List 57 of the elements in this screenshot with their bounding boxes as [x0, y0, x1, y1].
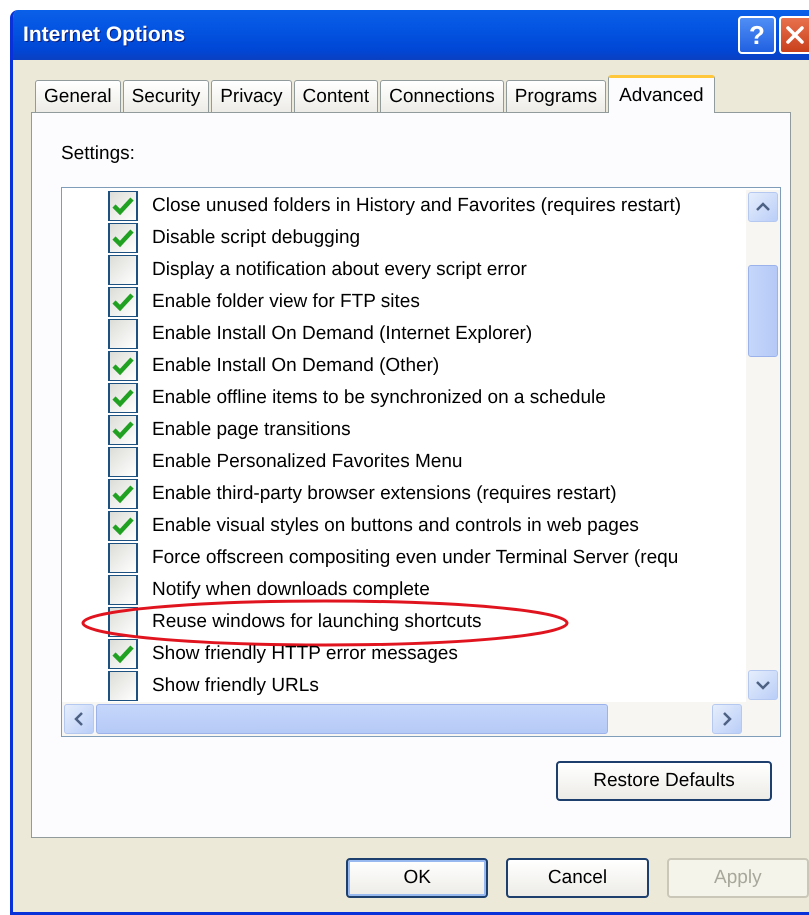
setting-label[interactable]: Notify when downloads complete	[152, 579, 430, 601]
tab[interactable]: Advanced	[608, 75, 715, 113]
tab[interactable]: Content	[294, 80, 378, 112]
setting-label[interactable]: Enable Install On Demand (Other)	[152, 355, 440, 377]
scroll-thumb[interactable]	[96, 704, 608, 734]
help-button[interactable]: ?	[738, 16, 776, 54]
dialog-button[interactable]: OK	[346, 858, 488, 898]
setting-label[interactable]: Show friendly URLs	[152, 675, 319, 697]
tab[interactable]: General	[35, 80, 121, 112]
caret-down-icon	[755, 680, 771, 690]
setting-label[interactable]: Disable script debugging	[152, 227, 360, 249]
checkbox[interactable]	[108, 639, 138, 669]
checkbox[interactable]	[108, 255, 138, 285]
setting-label[interactable]: Force offscreen compositing even under Terminal Server (requ	[152, 547, 678, 569]
scroll-down-button[interactable]	[748, 670, 778, 700]
setting-label[interactable]: Display a notification about every script error	[152, 259, 527, 281]
dialog-button[interactable]: Cancel	[506, 858, 649, 898]
tab[interactable]: Programs	[506, 80, 606, 112]
setting-label[interactable]: Close unused folders in History and Favorites (requires restart)	[152, 195, 682, 217]
horizontal-scrollbar[interactable]	[62, 702, 780, 736]
scroll-left-button[interactable]	[64, 704, 94, 734]
tab[interactable]: Connections	[380, 80, 504, 112]
window-title: Internet Options	[23, 23, 186, 47]
setting-label[interactable]: Enable Personalized Favorites Menu	[152, 451, 463, 473]
tab[interactable]: Privacy	[211, 80, 292, 112]
setting-label[interactable]: Enable page transitions	[152, 419, 351, 441]
checkbox[interactable]	[108, 351, 138, 381]
checkbox[interactable]	[108, 671, 138, 701]
checkbox[interactable]	[108, 223, 138, 253]
caret-up-icon	[755, 202, 771, 212]
checkbox[interactable]	[108, 191, 138, 221]
checkbox[interactable]	[108, 415, 138, 445]
setting-label[interactable]: Enable folder view for FTP sites	[152, 291, 420, 313]
scroll-thumb[interactable]	[748, 265, 778, 357]
checkbox[interactable]	[108, 447, 138, 477]
vertical-scrollbar[interactable]	[746, 190, 780, 702]
settings-label: Settings:	[61, 143, 136, 166]
scroll-right-button[interactable]	[712, 704, 742, 734]
checkbox[interactable]	[108, 383, 138, 413]
close-icon	[784, 24, 806, 46]
setting-label[interactable]: Enable offline items to be synchronized on a schedule	[152, 387, 606, 409]
setting-label[interactable]: Enable third-party browser extensions (requires restart)	[152, 483, 617, 505]
tab[interactable]: Security	[122, 80, 210, 112]
caret-left-icon	[74, 711, 84, 727]
restore-defaults-button[interactable]: Restore Defaults	[556, 761, 772, 801]
setting-label[interactable]: Enable visual styles on buttons and controls in web pages	[152, 515, 639, 537]
setting-label[interactable]: Show friendly HTTP error messages	[152, 643, 458, 665]
checkbox[interactable]	[108, 543, 138, 573]
scroll-up-button[interactable]	[748, 192, 778, 222]
setting-label[interactable]: Enable Install On Demand (Internet Explorer)	[152, 323, 532, 345]
close-button[interactable]	[779, 16, 809, 54]
checkbox[interactable]	[108, 319, 138, 349]
checkbox[interactable]	[108, 511, 138, 541]
checkbox[interactable]	[108, 479, 138, 509]
caret-right-icon	[722, 711, 732, 727]
checkbox[interactable]	[108, 287, 138, 317]
checkbox[interactable]	[108, 575, 138, 605]
